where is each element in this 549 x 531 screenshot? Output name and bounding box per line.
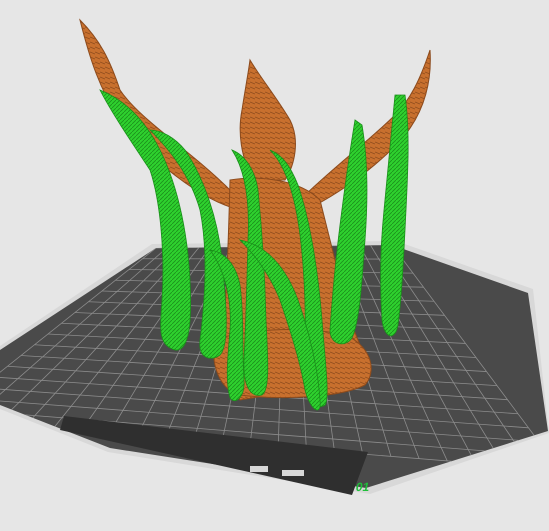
3d-viewport[interactable]: 01 — [0, 0, 549, 531]
plate-logo-mark — [250, 466, 268, 472]
scene-canvas[interactable] — [0, 0, 549, 531]
plate-logo-mark-2 — [282, 470, 304, 476]
head-crest — [239, 58, 296, 181]
